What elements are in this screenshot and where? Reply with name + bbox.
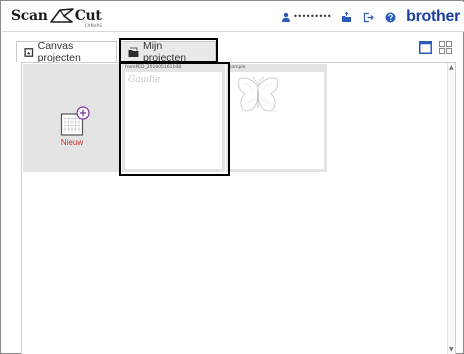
project-highlight-callout <box>119 62 230 176</box>
grid-view-icon[interactable] <box>439 41 452 54</box>
app-logo: Scan Cut CANVAS <box>11 6 102 30</box>
new-project-icon <box>60 106 90 136</box>
header-bar: Scan Cut CANVAS ••••••••• brother <box>2 2 464 32</box>
logo-scan-text: Scan <box>11 8 48 24</box>
sample-card[interactable]: sample <box>226 64 327 172</box>
tab-canvas-projects[interactable]: Canvas projecten <box>16 40 117 64</box>
vertical-scrollbar[interactable]: ▲ ▼ <box>447 63 455 354</box>
single-view-icon[interactable] <box>419 41 432 54</box>
logo-bird-icon <box>49 8 74 23</box>
new-project-label: Nieuw <box>60 138 84 147</box>
butterfly-icon <box>237 76 279 112</box>
scroll-up-icon[interactable]: ▲ <box>449 65 454 71</box>
help-icon[interactable] <box>385 12 396 23</box>
sample-thumbnail <box>229 72 324 169</box>
logout-icon[interactable] <box>363 12 374 23</box>
brand-logo: brother <box>406 8 460 25</box>
view-toggle-group <box>412 41 452 54</box>
tab-canvas-projects-label: Canvas projecten <box>37 40 81 64</box>
scroll-down-icon[interactable]: ▼ <box>449 347 454 353</box>
sample-card-title: sample <box>229 65 246 70</box>
canvas-icon <box>24 47 34 57</box>
app-window: Scan Cut CANVAS ••••••••• brother Canvas… <box>0 0 464 354</box>
header-actions: ••••••••• brother <box>281 8 460 26</box>
username-text: ••••••••• <box>293 12 332 21</box>
user-icon[interactable] <box>281 12 291 22</box>
tab-highlight-callout <box>119 38 218 63</box>
new-project-card[interactable]: Nieuw <box>23 64 121 172</box>
logo-canvas-subtext: CANVAS <box>84 23 103 28</box>
projects-panel: Nieuw fromPED_20160516110B Gaudie sample <box>21 62 456 354</box>
upload-icon[interactable] <box>341 11 352 23</box>
